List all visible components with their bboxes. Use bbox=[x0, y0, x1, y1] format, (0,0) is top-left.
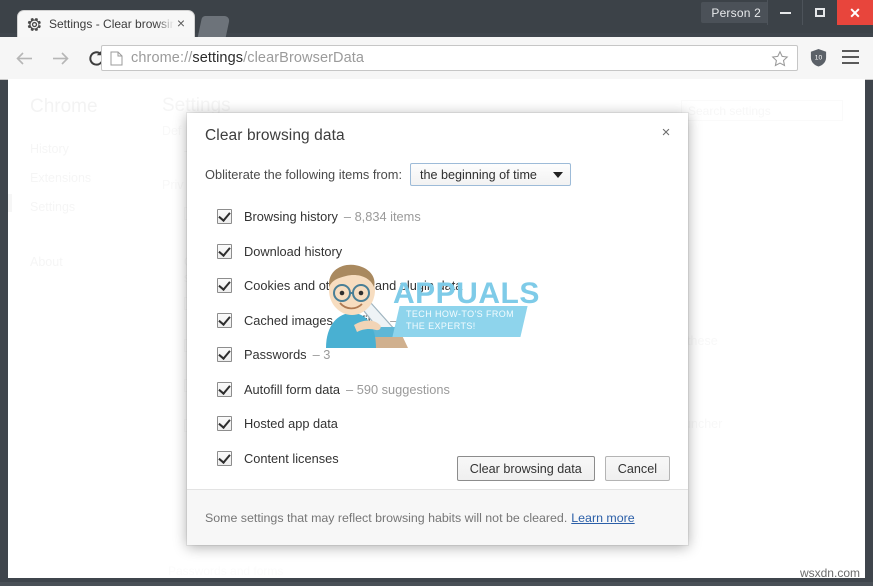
checkbox-cached-images[interactable] bbox=[217, 312, 232, 328]
dialog-action-buttons: Clear browsing data Cancel bbox=[456, 456, 670, 481]
checkbox-row-passwords[interactable]: Passwords – 3 bbox=[217, 342, 657, 367]
checkbox-download-history[interactable] bbox=[217, 243, 232, 259]
time-range-row: Obliterate the following items from: the… bbox=[205, 163, 571, 186]
learn-more-link[interactable]: Learn more bbox=[571, 511, 634, 525]
browser-window-screenshot: Person 2 ✕ Settings - Clear browsing × c… bbox=[0, 0, 873, 586]
browser-toolbar: chrome://settings/clearBrowserData 10 bbox=[0, 37, 873, 80]
url-prefix: chrome:// bbox=[131, 50, 193, 66]
checkbox-passwords[interactable] bbox=[217, 347, 232, 362]
shield-icon: 10 bbox=[810, 48, 827, 67]
checkbox-hosted-app-data[interactable] bbox=[217, 416, 232, 431]
checkbox-row-hosted-app-data[interactable]: Hosted app data bbox=[217, 411, 657, 436]
checkbox-row-autofill[interactable]: Autofill form data – 590 suggestions bbox=[217, 377, 657, 402]
url-path: /clearBrowserData bbox=[243, 50, 365, 66]
address-bar[interactable]: chrome://settings/clearBrowserData bbox=[101, 45, 798, 71]
tab-settings[interactable]: Settings - Clear browsing × bbox=[18, 11, 194, 37]
star-icon bbox=[771, 50, 789, 67]
checkbox-label: Download history bbox=[244, 243, 343, 259]
clear-browsing-data-button[interactable]: Clear browsing data bbox=[456, 456, 595, 481]
checkbox-detail: – 3 bbox=[312, 347, 331, 362]
forward-arrow-icon bbox=[52, 51, 69, 65]
checkbox-row-browsing-history[interactable]: Browsing history – 8,834 items bbox=[217, 204, 657, 229]
tab-strip: Settings - Clear browsing × bbox=[0, 11, 873, 37]
checkbox-label: Cookies and other site and plugin data bbox=[244, 278, 463, 293]
wsxdn-watermark: wsxdn.com bbox=[799, 566, 860, 580]
checkbox-content-licenses[interactable] bbox=[217, 450, 232, 466]
checkbox-browsing-history[interactable] bbox=[217, 209, 232, 224]
checkbox-row-cached-images[interactable]: Cached images and files – 349 MB bbox=[217, 308, 657, 333]
time-range-label: Obliterate the following items from: bbox=[205, 167, 403, 182]
menu-icon-line-2 bbox=[842, 56, 859, 58]
dialog-footer-text: Some settings that may reflect browsing … bbox=[205, 510, 568, 525]
tab-title: Settings - Clear browsing bbox=[49, 17, 174, 31]
svg-text:10: 10 bbox=[815, 54, 823, 61]
dialog-title: Clear browsing data bbox=[205, 127, 345, 144]
page-document-icon bbox=[110, 51, 123, 65]
gear-icon bbox=[27, 17, 41, 31]
url-host: settings bbox=[192, 50, 244, 66]
clear-browsing-data-dialog: Clear browsing data × Obliterate the fol… bbox=[187, 113, 688, 545]
checkbox-label: Hosted app data bbox=[244, 416, 338, 431]
dialog-close-button[interactable]: × bbox=[655, 122, 677, 144]
menu-icon-line-1 bbox=[842, 50, 859, 52]
checkbox-label: Passwords bbox=[244, 347, 307, 362]
checkbox-label: Browsing history bbox=[244, 209, 338, 224]
address-bar-url: chrome://settings/clearBrowserData bbox=[131, 50, 364, 66]
new-tab-button[interactable] bbox=[197, 16, 231, 37]
extension-shield-button[interactable]: 10 bbox=[809, 48, 828, 67]
menu-icon-line-3 bbox=[842, 62, 859, 64]
checkbox-label: Cached images and files bbox=[244, 312, 385, 328]
checkbox-row-download-history[interactable]: Download history bbox=[217, 239, 657, 264]
dialog-footer: Some settings that may reflect browsing … bbox=[187, 489, 688, 545]
forward-button[interactable] bbox=[45, 43, 75, 73]
checkbox-label: Content licenses bbox=[244, 450, 339, 466]
checkbox-detail: – 590 suggestions bbox=[346, 381, 450, 397]
time-range-selected-value: the beginning of time bbox=[420, 167, 537, 182]
cancel-button[interactable]: Cancel bbox=[604, 456, 670, 481]
checkbox-detail: – 8,834 items bbox=[343, 209, 421, 224]
checkbox-autofill[interactable] bbox=[217, 381, 232, 397]
back-button[interactable] bbox=[9, 43, 39, 73]
checkbox-label: Autofill form data bbox=[244, 381, 341, 397]
data-type-checkbox-list: Browsing history – 8,834 items Download … bbox=[217, 204, 657, 480]
time-range-select[interactable]: the beginning of time bbox=[410, 163, 571, 186]
bookmark-star-button[interactable] bbox=[771, 50, 789, 68]
tab-close-icon[interactable]: × bbox=[174, 16, 188, 31]
chevron-down-icon bbox=[552, 171, 563, 178]
checkbox-detail: – 349 MB bbox=[390, 312, 445, 328]
chrome-menu-button[interactable] bbox=[842, 50, 859, 64]
checkbox-cookies[interactable] bbox=[217, 278, 232, 293]
back-arrow-icon bbox=[15, 51, 32, 65]
checkbox-row-cookies[interactable]: Cookies and other site and plugin data bbox=[217, 273, 657, 298]
